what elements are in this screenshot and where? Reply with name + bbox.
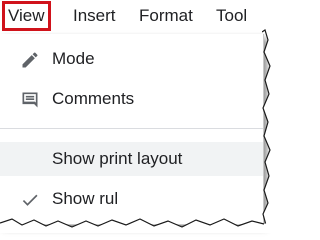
menu-item-mode[interactable]: Mode bbox=[0, 42, 263, 76]
torn-edge-bottom bbox=[0, 218, 277, 233]
menu-item-mode-label: Mode bbox=[52, 49, 95, 68]
menu-insert[interactable]: Insert bbox=[73, 4, 116, 28]
view-dropdown-menu: Mode Comments Show print layout Show rul bbox=[0, 34, 264, 225]
torn-edge-right bbox=[262, 0, 277, 233]
menu-format[interactable]: Format bbox=[139, 4, 193, 28]
checkmark-icon bbox=[22, 194, 38, 206]
menu-item-comments[interactable]: Comments bbox=[0, 82, 263, 116]
comment-icon bbox=[22, 92, 38, 108]
menu-tools[interactable]: Tool bbox=[216, 4, 247, 28]
menu-item-show-print-layout-label: Show print layout bbox=[52, 149, 183, 168]
menu-item-show-ruler-label: Show rul bbox=[52, 189, 119, 208]
menu-item-show-print-layout[interactable]: Show print layout bbox=[0, 142, 263, 176]
pencil-icon bbox=[22, 52, 38, 68]
menu-item-show-ruler[interactable]: Show rul bbox=[0, 182, 263, 216]
menu-bar: View Insert Format Tool bbox=[0, 0, 277, 32]
menu-divider bbox=[0, 128, 263, 129]
menu-item-comments-label: Comments bbox=[52, 89, 135, 108]
menu-view[interactable]: View bbox=[2, 1, 51, 31]
